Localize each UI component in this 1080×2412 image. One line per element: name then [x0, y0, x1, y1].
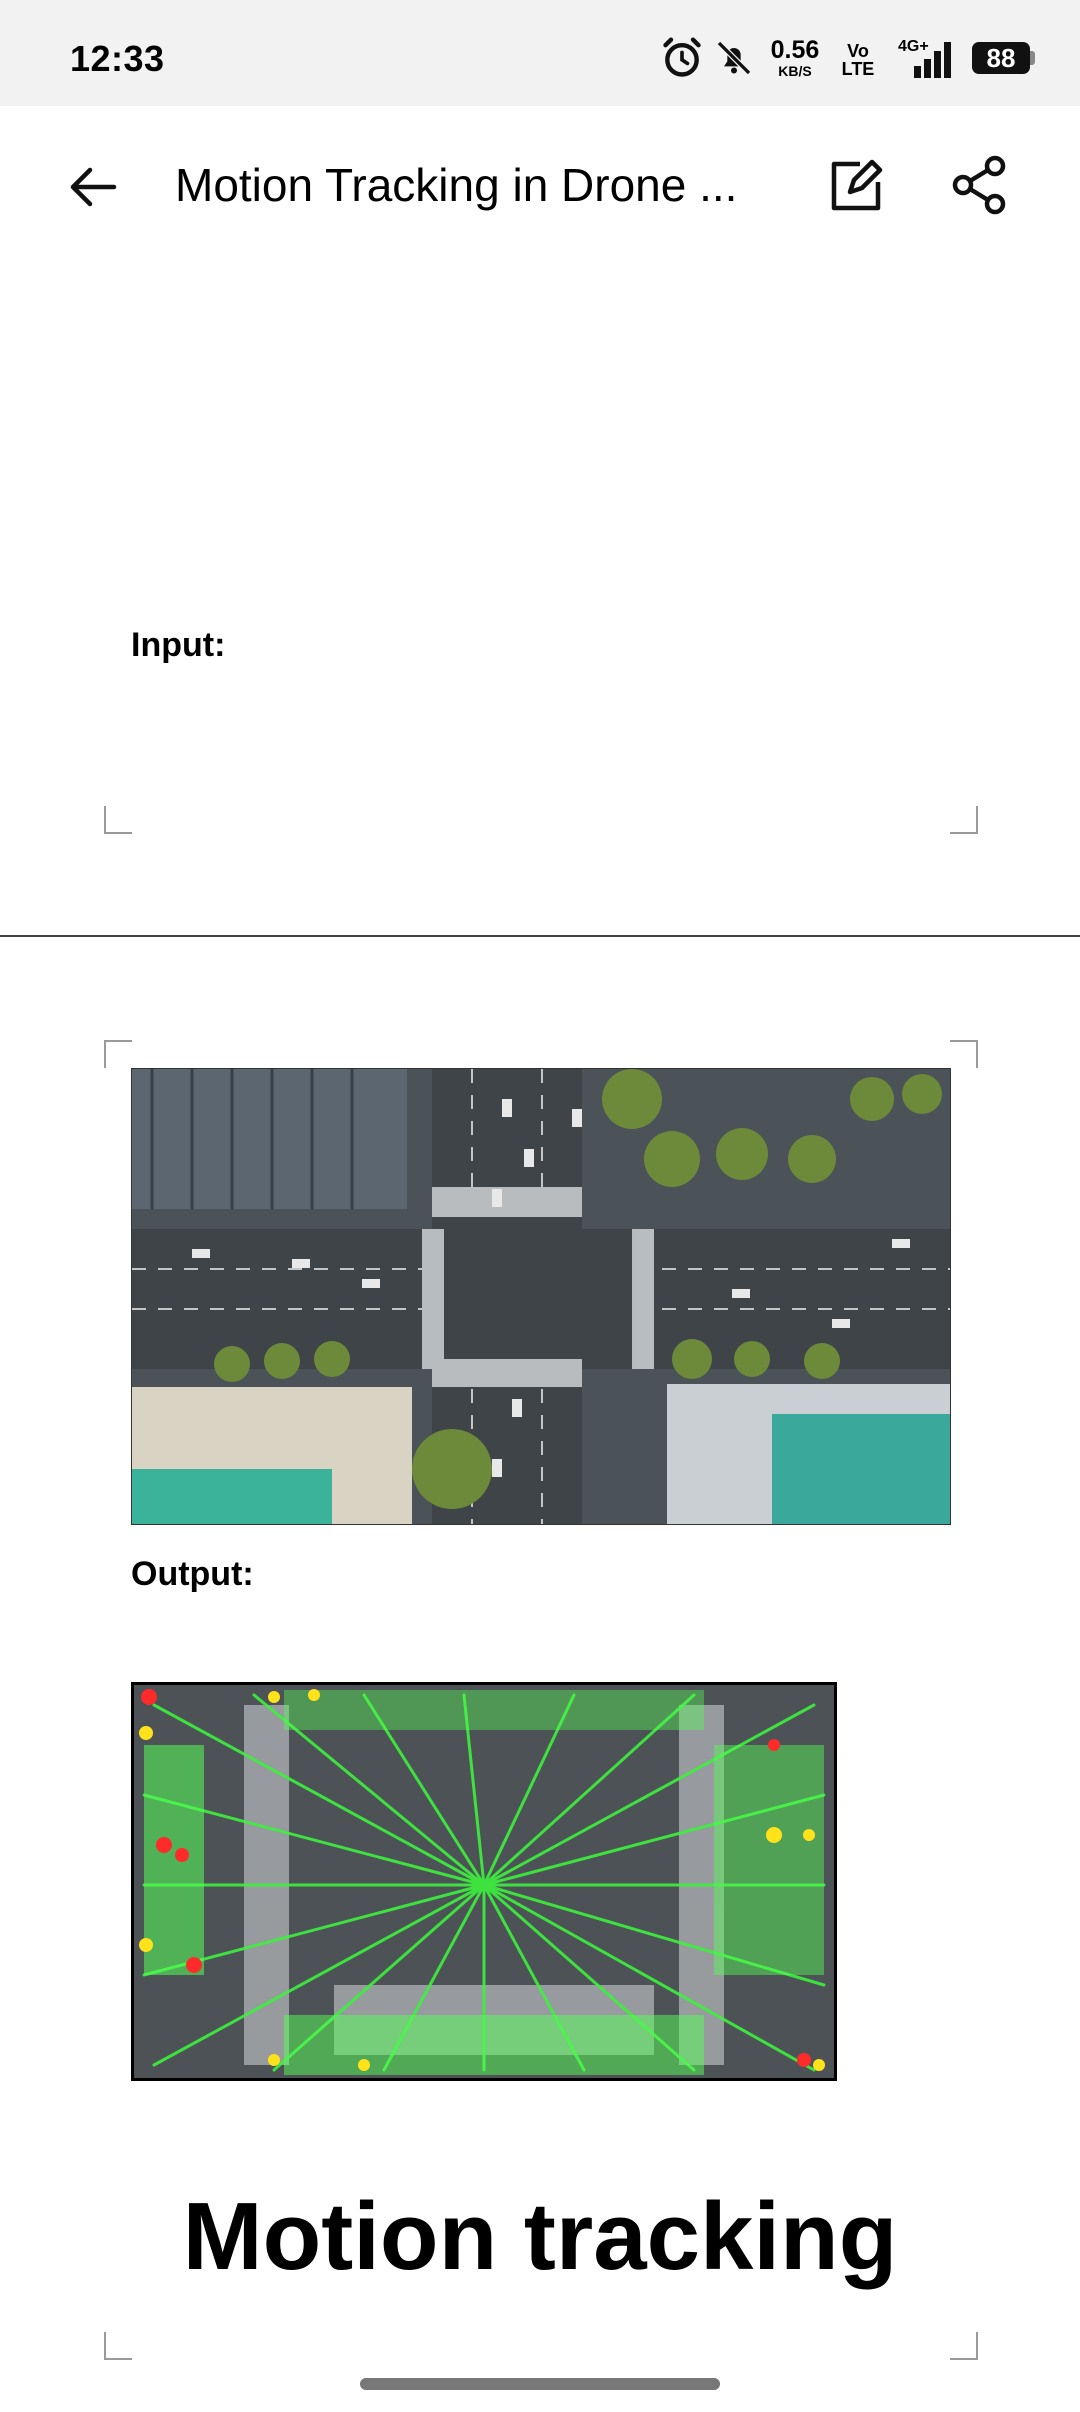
status-time: 12:33: [70, 38, 165, 79]
volte-indicator: Vo LTE: [838, 42, 878, 78]
net-speed: 0.56 KB/S: [760, 36, 830, 79]
home-indicator[interactable]: [360, 2378, 720, 2390]
arrow-left-icon: [70, 167, 117, 207]
page-corner-mark: [104, 806, 132, 834]
page-divider: [0, 935, 1080, 937]
volte-line2: LTE: [841, 59, 875, 79]
page-corner-mark: [950, 2332, 978, 2360]
edit-icon: [831, 159, 883, 211]
net-speed-value: 0.56: [770, 36, 820, 64]
volte-line1: Vo: [847, 41, 869, 61]
app-bar: Motion Tracking in Drone ...: [0, 106, 1080, 256]
section-heading: Motion tracking: [182, 2183, 898, 2290]
input-label: Input:: [131, 626, 226, 664]
status-bar: 12:33 0.56 KB/S Vo LTE 4G+ 88: [0, 0, 1080, 106]
share-icon: [952, 155, 1006, 215]
edit-button[interactable]: [820, 150, 890, 220]
document-title: Motion Tracking in Drone ...: [175, 159, 738, 211]
back-button[interactable]: [60, 152, 130, 222]
page-corner-mark: [104, 1040, 132, 1068]
bell-muted-icon: [716, 40, 752, 76]
share-button[interactable]: [945, 150, 1015, 220]
page-corner-mark: [950, 806, 978, 834]
battery-cap: [1030, 51, 1035, 65]
alarm-icon: [663, 37, 701, 77]
output-label: Output:: [131, 1555, 254, 1593]
signal-bars-icon: [914, 42, 951, 78]
signal-indicator: 4G+: [892, 36, 962, 80]
output-motion-tracking-image: [131, 1682, 837, 2081]
page-corner-mark: [950, 1040, 978, 1068]
net-speed-unit: KB/S: [778, 63, 812, 79]
battery-indicator: 88: [972, 42, 1030, 74]
status-icons: 0.56 KB/S Vo LTE 4G+ 88: [660, 36, 1040, 84]
input-drone-image: [131, 1068, 951, 1525]
page-corner-mark: [104, 2332, 132, 2360]
